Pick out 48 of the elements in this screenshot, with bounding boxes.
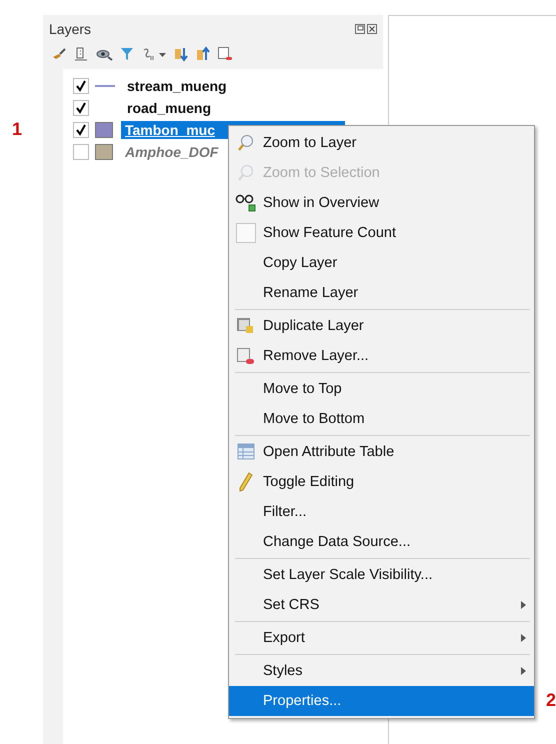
step-number: 1 (12, 119, 22, 140)
menu-item[interactable]: Toggle Editing (229, 467, 534, 497)
menu-item[interactable]: Set CRS (229, 590, 534, 620)
menu-item[interactable]: Open Attribute Table (229, 437, 534, 467)
menu-item[interactable]: Move to Bottom (229, 404, 534, 434)
menu-item[interactable]: Export (229, 623, 534, 653)
expression-icon[interactable] (141, 46, 167, 62)
float-icon[interactable] (355, 24, 365, 34)
menu-item[interactable]: Zoom to Layer (229, 128, 534, 158)
panel-title: Layers (49, 21, 92, 37)
magnifier-icon (237, 134, 255, 152)
table-icon (237, 443, 255, 461)
pencil-icon (237, 472, 255, 492)
submenu-arrow-icon (521, 601, 526, 609)
submenu-arrow-icon (521, 667, 526, 675)
layer-name[interactable]: road_mueng (123, 99, 216, 117)
menu-item[interactable]: Show Feature Count (229, 218, 534, 248)
menu-item[interactable]: Properties... (229, 686, 534, 716)
menu-item[interactable]: Duplicate Layer (229, 311, 534, 341)
glasses-icon (235, 194, 257, 212)
menu-item[interactable]: Remove Layer... (229, 341, 534, 371)
remove-layer-icon (236, 347, 256, 365)
menu-item[interactable]: Styles (229, 656, 534, 686)
step-number: 2 (546, 690, 556, 711)
close-icon[interactable] (367, 24, 377, 34)
layer-name[interactable]: Amphoe_DOF (121, 143, 222, 161)
expand-all-icon[interactable] (173, 46, 189, 62)
checkbox[interactable] (73, 122, 89, 138)
filter-icon[interactable] (119, 46, 135, 62)
layer-group-icon[interactable] (73, 46, 89, 62)
menu-item[interactable]: Change Data Source... (229, 527, 534, 557)
submenu-arrow-icon (521, 634, 526, 642)
collapse-all-icon[interactable] (195, 46, 211, 62)
checkbox[interactable] (73, 100, 89, 116)
menu-item[interactable]: Filter... (229, 497, 534, 527)
menu-item[interactable]: Set Layer Scale Visibility... (229, 560, 534, 590)
menu-item[interactable]: Move to Top (229, 374, 534, 404)
duplicate-layer-icon (236, 317, 256, 335)
brush-icon[interactable] (51, 46, 67, 62)
remove-layer-icon[interactable] (217, 46, 233, 62)
checkbox[interactable] (73, 78, 89, 94)
menu-item[interactable]: Copy Layer (229, 248, 534, 278)
magnifier-icon (237, 164, 255, 182)
checkbox (236, 223, 256, 243)
layer-name[interactable]: stream_mueng (123, 77, 231, 95)
checkbox[interactable] (73, 144, 89, 160)
menu-item[interactable]: Show in Overview (229, 188, 534, 218)
menu-item[interactable]: Rename Layer (229, 278, 534, 308)
